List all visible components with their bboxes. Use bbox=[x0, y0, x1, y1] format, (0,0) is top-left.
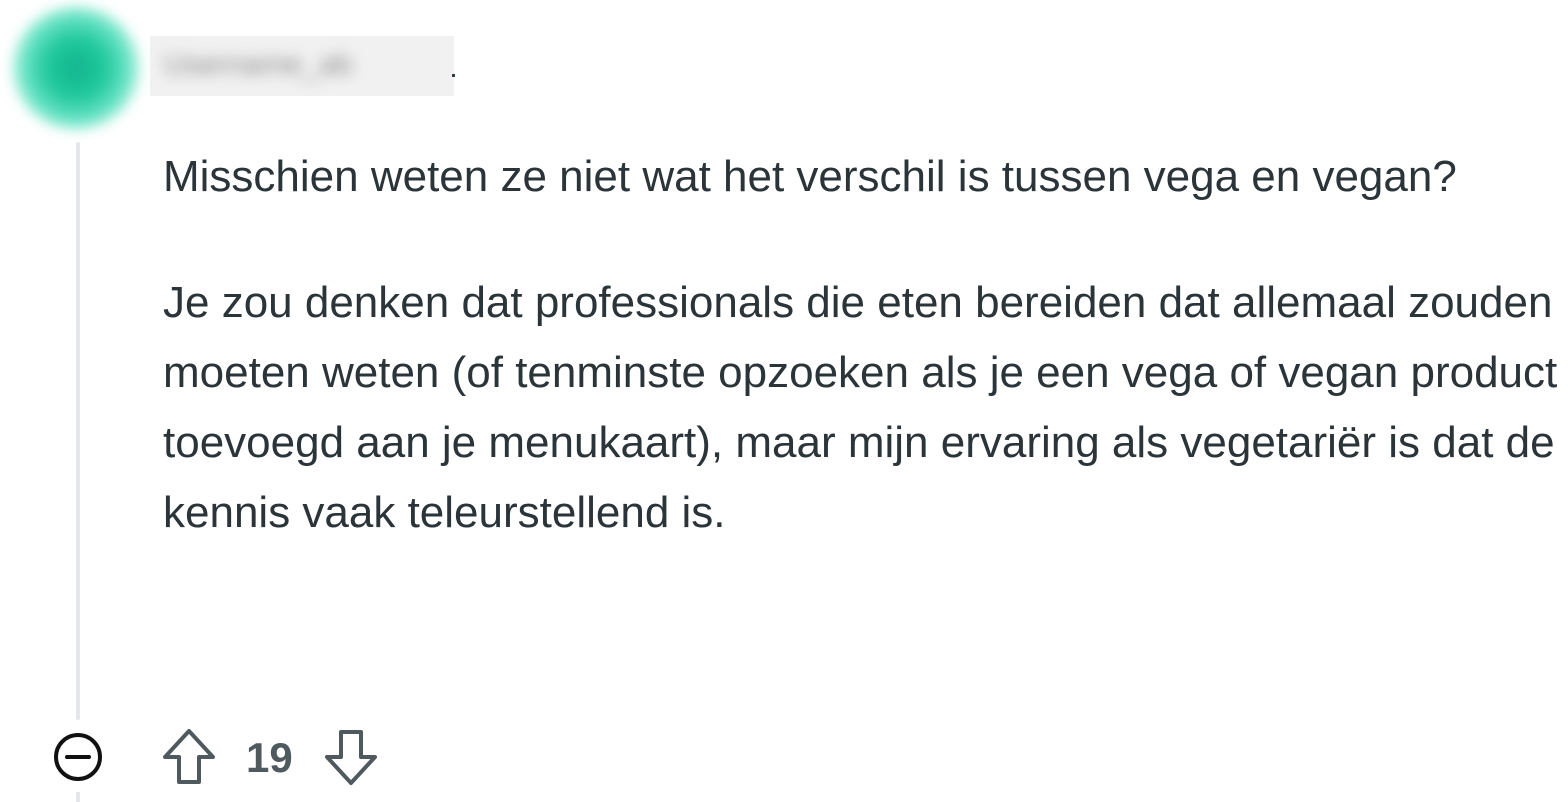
upvote-arrow-icon bbox=[163, 729, 215, 784]
thread-line-continuation bbox=[76, 792, 80, 802]
thread-line[interactable] bbox=[76, 142, 80, 720]
downvote-arrow-icon bbox=[325, 730, 377, 785]
avatar[interactable] bbox=[12, 6, 140, 130]
vote-score: 19 bbox=[246, 734, 293, 781]
comment-body: Misschien weten ze niet wat het verschil… bbox=[163, 142, 1563, 548]
collapse-minus-circle-icon bbox=[54, 733, 102, 781]
comment-paragraph-2: Je zou denken dat professionals die eten… bbox=[163, 278, 1558, 537]
author-name: Username_ab bbox=[164, 48, 353, 81]
author-separator-dot bbox=[452, 74, 455, 77]
downvote-button[interactable] bbox=[322, 726, 380, 788]
author-name-blurred[interactable]: Username_ab bbox=[150, 36, 454, 96]
comment-paragraph-1: Misschien weten ze niet wat het verschil… bbox=[163, 152, 1457, 201]
upvote-button[interactable] bbox=[160, 726, 218, 788]
collapse-button[interactable] bbox=[52, 731, 104, 783]
